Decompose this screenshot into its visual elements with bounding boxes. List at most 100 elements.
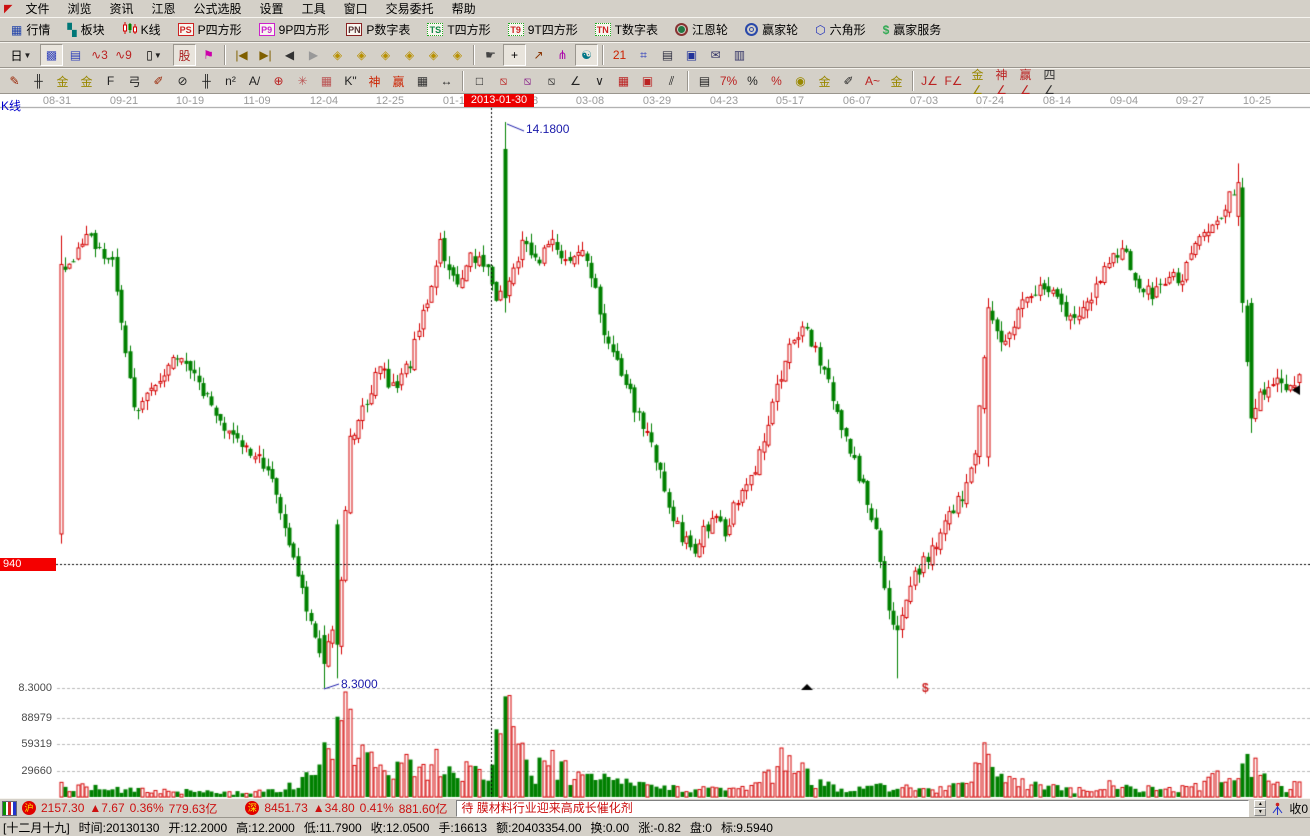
- toolbar-p-square[interactable]: PSP四方形: [171, 19, 249, 40]
- workstation-tool[interactable]: ▥: [728, 44, 751, 66]
- scale-tool[interactable]: ▤: [693, 70, 716, 92]
- compass-ruler[interactable]: ⊘: [171, 70, 194, 92]
- pen-tool[interactable]: ✎: [3, 70, 26, 92]
- memo-tool[interactable]: ▤: [656, 44, 679, 66]
- toolbar-t-digit-table[interactable]: TNT数字表: [588, 19, 665, 40]
- gann-shrink-h[interactable]: ◈: [398, 44, 421, 66]
- fan-tool-2[interactable]: ⧅: [516, 70, 539, 92]
- parallel-tool[interactable]: ⫽: [660, 70, 683, 92]
- percent-7[interactable]: 7%: [717, 70, 740, 92]
- gann-expand-h[interactable]: ◈: [374, 44, 397, 66]
- j-angle[interactable]: J∠: [918, 70, 941, 92]
- gann-step-left[interactable]: ◈: [326, 44, 349, 66]
- shen-tool[interactable]: 神: [363, 70, 386, 92]
- toolbar-quotes[interactable]: ▦行情: [4, 19, 57, 40]
- menu-item-file[interactable]: 文件: [16, 0, 58, 18]
- hspan-tool[interactable]: ↔: [435, 70, 458, 92]
- toolbar-sectors[interactable]: ▚板块: [60, 19, 111, 40]
- nav-first[interactable]: |◀: [230, 44, 253, 66]
- n2-ruler[interactable]: n²: [219, 70, 242, 92]
- menu-item-help[interactable]: 帮助: [443, 0, 485, 18]
- crosshair-tool[interactable]: +: [503, 44, 526, 66]
- nav-prev[interactable]: ◀: [278, 44, 301, 66]
- candle-style[interactable]: ▯▼: [136, 44, 172, 66]
- fib-ruler[interactable]: F: [99, 70, 122, 92]
- menu-item-gann[interactable]: 江恩: [143, 0, 185, 18]
- percent-tool[interactable]: %: [741, 70, 764, 92]
- zigzag-tool[interactable]: ∨: [588, 70, 611, 92]
- menu-item-settings[interactable]: 设置: [251, 0, 293, 18]
- trendline-tool[interactable]: ↗: [527, 44, 550, 66]
- menu-item-tools[interactable]: 工具: [293, 0, 335, 18]
- si-angle[interactable]: 四∠: [1038, 70, 1061, 92]
- gann-web-circle[interactable]: ✳: [291, 70, 314, 92]
- p-square-label: P四方形: [198, 21, 242, 38]
- window-layout[interactable]: ▩: [40, 44, 63, 66]
- ticker-down-button[interactable]: ▼: [1254, 808, 1266, 816]
- channel-tool[interactable]: ⋔: [551, 44, 574, 66]
- ying-angle[interactable]: 赢∠: [1014, 70, 1037, 92]
- price-grid[interactable]: ▦: [612, 70, 635, 92]
- hand-tool[interactable]: ☛: [479, 44, 502, 66]
- gann-brain-tool[interactable]: ☯: [575, 44, 598, 66]
- nav-last[interactable]: ▶|: [254, 44, 277, 66]
- brush-tool[interactable]: ✐: [147, 70, 170, 92]
- gold-line[interactable]: 金: [813, 70, 836, 92]
- grid-123[interactable]: ▦: [411, 70, 434, 92]
- app-window: ◤ 文件浏览资讯江恩公式选股设置工具窗口交易委托帮助 ▦行情▚板块K线PSP四方…: [0, 0, 1310, 836]
- fan-tool-3[interactable]: ⧅: [540, 70, 563, 92]
- export-tool[interactable]: ✉: [704, 44, 727, 66]
- toolbar-9p-square[interactable]: P99P四方形: [252, 19, 337, 40]
- menu-item-window[interactable]: 窗口: [335, 0, 377, 18]
- comb-ruler[interactable]: ╫: [195, 70, 218, 92]
- toolbar-hexagon[interactable]: ⬡六角形: [808, 19, 873, 40]
- bow-ruler[interactable]: 弓: [123, 70, 146, 92]
- gann-web-square[interactable]: ▦: [315, 70, 338, 92]
- k-note-tool[interactable]: K": [339, 70, 362, 92]
- fan-tool[interactable]: ⧅: [492, 70, 515, 92]
- gold-angle[interactable]: 金∠: [966, 70, 989, 92]
- gold-section[interactable]: 金: [51, 70, 74, 92]
- angle-tool[interactable]: ∠: [564, 70, 587, 92]
- gann-expand-v[interactable]: ◈: [422, 44, 445, 66]
- toolbar-winner-service[interactable]: $赢家服务: [876, 19, 949, 40]
- nav-next[interactable]: ▶: [302, 44, 325, 66]
- ink-tool[interactable]: ✐: [837, 70, 860, 92]
- toolbar-winner-wheel[interactable]: 赢家轮: [738, 19, 805, 40]
- menu-item-formula-picker[interactable]: 公式选股: [185, 0, 251, 18]
- wave-9[interactable]: ∿9: [112, 44, 135, 66]
- toolbar-gann-wheel[interactable]: 江恩轮: [668, 19, 735, 40]
- stock-mark[interactable]: 股: [173, 44, 196, 66]
- gold-circle[interactable]: ◉: [789, 70, 812, 92]
- menu-item-trade-entrust[interactable]: 交易委托: [377, 0, 443, 18]
- menu-item-browse[interactable]: 浏览: [58, 0, 100, 18]
- target-tool[interactable]: ⊕: [267, 70, 290, 92]
- f-angle[interactable]: F∠: [942, 70, 965, 92]
- gann-step-right[interactable]: ◈: [350, 44, 373, 66]
- box-tool[interactable]: □: [468, 70, 491, 92]
- ticker-up-button[interactable]: ▲: [1254, 800, 1266, 808]
- gann-expand-all[interactable]: ◈: [446, 44, 469, 66]
- kline-chart-canvas[interactable]: [0, 94, 1310, 798]
- wave-a[interactable]: A~: [861, 70, 884, 92]
- calculator-tool[interactable]: ⌗: [632, 44, 655, 66]
- grid-ruler[interactable]: ╫: [27, 70, 50, 92]
- toolbar-t-square[interactable]: TST四方形: [420, 19, 497, 40]
- ying-tool[interactable]: 赢: [387, 70, 410, 92]
- calendar-tool[interactable]: 21: [608, 44, 631, 66]
- shen-angle[interactable]: 神∠: [990, 70, 1013, 92]
- save-tool[interactable]: ▣: [680, 44, 703, 66]
- menu-item-news[interactable]: 资讯: [101, 0, 143, 18]
- period-selector[interactable]: 日▼: [3, 44, 39, 66]
- toolbar-kline[interactable]: K线: [115, 19, 168, 40]
- percent-line[interactable]: %: [765, 70, 788, 92]
- toolbar-9t-square[interactable]: T99T四方形: [501, 19, 585, 40]
- mirror-tool[interactable]: A/: [243, 70, 266, 92]
- gold-wave[interactable]: 金: [885, 70, 908, 92]
- color-flag[interactable]: ⚑: [197, 44, 220, 66]
- wave-3[interactable]: ∿3: [88, 44, 111, 66]
- toolbar-p-digit-table[interactable]: PNP数字表: [339, 19, 417, 40]
- gold-section-2[interactable]: 金: [75, 70, 98, 92]
- price-box[interactable]: ▣: [636, 70, 659, 92]
- quote-sheet[interactable]: ▤: [64, 44, 87, 66]
